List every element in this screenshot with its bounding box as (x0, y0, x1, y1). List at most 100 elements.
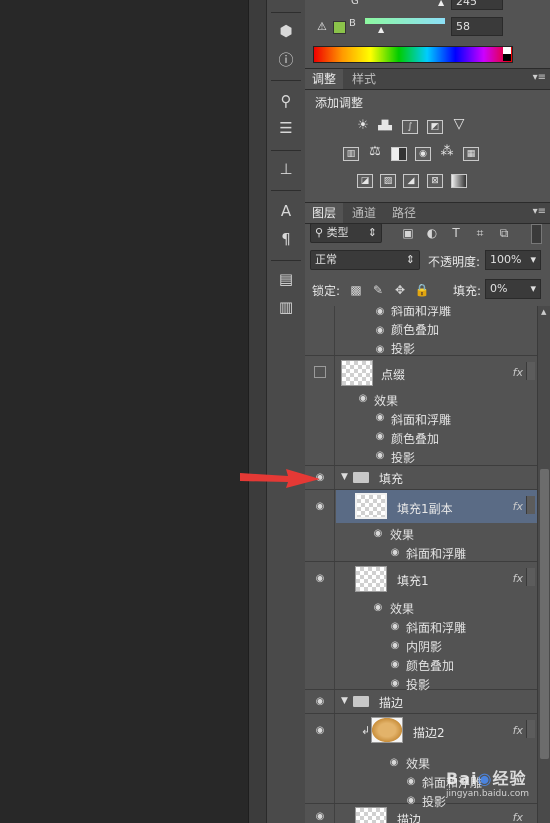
invert-icon[interactable]: ◪ (357, 174, 373, 188)
effect-bevel-emboss[interactable]: 斜面和浮雕 (406, 545, 466, 562)
scrollbar-thumb[interactable] (540, 469, 549, 759)
layer-name[interactable]: 填充1副本 (397, 500, 453, 517)
slider-handle-icon[interactable]: ▲ (378, 25, 384, 34)
levels-icon[interactable]: ▟▙ (377, 120, 393, 134)
info-icon[interactable]: ⓘ (275, 48, 297, 70)
group-row-stroke[interactable]: ◉ ▼ 描边 (305, 690, 537, 714)
blend-mode-select[interactable]: 正常 ⇕ (310, 250, 420, 270)
effect-drop-shadow[interactable]: 投影 (391, 449, 415, 466)
lock-image-brush-icon[interactable]: ✎ (369, 281, 387, 299)
curves-icon[interactable]: ∫ (402, 120, 418, 134)
effect-bevel-emboss[interactable]: 斜面和浮雕 (391, 306, 451, 319)
tab-layers[interactable]: 图层 (305, 203, 344, 223)
eye-icon[interactable]: ◉ (388, 679, 402, 689)
lock-all-icon[interactable]: 🔒 (413, 281, 431, 299)
hue-saturation-icon[interactable]: ▥ (343, 147, 359, 161)
expand-effects-toggle[interactable] (526, 568, 535, 586)
eye-icon[interactable]: ◉ (371, 529, 385, 539)
fill-field[interactable]: 0% ▾ (485, 279, 541, 299)
lock-position-move-icon[interactable]: ✥ (391, 281, 409, 299)
eye-icon[interactable]: ◉ (313, 502, 327, 512)
expand-effects-toggle[interactable] (526, 362, 535, 380)
tab-channels[interactable]: 通道 (345, 203, 383, 223)
effect-bevel-emboss[interactable]: 斜面和浮雕 (406, 619, 466, 636)
b-value-field[interactable]: 58 (451, 17, 503, 36)
photo-filter-icon[interactable]: ◉ (415, 147, 431, 161)
eye-icon[interactable]: ◉ (404, 777, 418, 787)
black-swatch[interactable] (503, 54, 511, 61)
tool-presets-icon[interactable]: ☰ (275, 117, 297, 139)
effect-color-overlay[interactable]: 颜色叠加 (406, 657, 454, 674)
selective-color-icon[interactable]: ⊠ (427, 174, 443, 188)
chevron-down-icon[interactable]: ▼ (341, 472, 348, 482)
expand-effects-toggle[interactable] (526, 496, 535, 514)
tab-styles[interactable]: 样式 (345, 69, 383, 89)
eye-icon[interactable]: ◉ (388, 641, 402, 651)
effect-color-overlay[interactable]: 颜色叠加 (391, 321, 439, 338)
effects-label[interactable]: 效果 (390, 600, 414, 617)
layer-row-fill1[interactable]: ◉ 填充1 fx ◉ 效果 ◉ 斜面和浮雕 ◉ 内阴影 ◉ 颜色叠加 ◉ 投影 (305, 562, 537, 692)
eye-icon[interactable]: ◉ (313, 726, 327, 736)
notes-icon[interactable]: ▥ (275, 296, 297, 318)
group-name[interactable]: 填充 (379, 470, 403, 487)
eye-icon[interactable]: ◉ (371, 603, 385, 613)
eye-icon[interactable]: ◉ (313, 812, 327, 822)
vibrance-icon[interactable]: ▽ (451, 117, 467, 132)
eye-icon[interactable]: ◉ (373, 432, 387, 442)
fx-icon[interactable]: fx (513, 366, 523, 379)
fx-icon[interactable]: fx (513, 500, 523, 513)
layer-name[interactable]: 填充1 (397, 572, 429, 589)
brushes-icon[interactable]: ⚲ (275, 90, 297, 112)
chevron-down-icon[interactable]: ▼ (341, 696, 348, 706)
layers-scrollbar[interactable]: ▲ (537, 306, 550, 823)
pixel-layer-filter-icon[interactable]: ▣ (399, 224, 417, 242)
gradient-map-icon[interactable] (451, 174, 467, 188)
eye-icon[interactable]: ◉ (373, 326, 387, 336)
eye-icon[interactable]: ◉ (388, 548, 402, 558)
black-white-icon[interactable] (391, 147, 407, 161)
smart-object-filter-icon[interactable]: ⧉ (495, 224, 513, 242)
eye-icon[interactable]: ◉ (373, 451, 387, 461)
g-value-field[interactable]: 245 (451, 0, 503, 10)
eye-icon[interactable]: ◉ (313, 697, 327, 707)
filter-toggle[interactable] (531, 224, 542, 244)
eye-icon[interactable]: ◉ (356, 394, 370, 404)
group-row-fill[interactable]: ◉ ▼ 填充 (305, 466, 537, 490)
filter-kind-select[interactable]: ⚲ 类型 ⇕ (310, 223, 382, 243)
layer-row-dianzhui[interactable]: 点缀 fx ◉ 效果 ◉ 斜面和浮雕 ◉ 颜色叠加 ◉ 投影 (305, 356, 537, 466)
eye-icon[interactable]: ◉ (313, 574, 327, 584)
layer-name[interactable]: 描边 (397, 811, 421, 823)
panel-menu-icon[interactable]: ▾≡ (533, 72, 546, 83)
shape-layer-filter-icon[interactable]: ⌗ (471, 224, 489, 242)
eye-icon[interactable]: ◉ (388, 622, 402, 632)
history-icon[interactable]: ▤ (275, 268, 297, 290)
scroll-up-icon[interactable]: ▲ (541, 308, 546, 316)
opacity-field[interactable]: 100% ▾ (485, 250, 541, 270)
3d-cube-icon[interactable]: ⬢ (275, 20, 297, 42)
color-lookup-icon[interactable]: ▦ (463, 147, 479, 161)
eye-icon[interactable]: ◉ (373, 413, 387, 423)
color-spectrum-bar[interactable] (313, 46, 513, 63)
fx-icon[interactable]: fx (513, 572, 523, 585)
tab-paths[interactable]: 路径 (385, 203, 423, 223)
gamut-swatch[interactable] (333, 21, 346, 34)
eye-icon[interactable]: ◉ (373, 345, 387, 355)
slider-handle-icon[interactable]: ▲ (438, 0, 444, 7)
visibility-toggle-off[interactable] (314, 366, 326, 378)
b-channel-slider[interactable] (365, 18, 445, 24)
brightness-contrast-icon[interactable]: ☀ (355, 119, 371, 134)
fx-icon[interactable]: fx (513, 724, 523, 737)
white-swatch[interactable] (503, 47, 511, 54)
exposure-icon[interactable]: ◩ (427, 120, 443, 134)
layer-row-fill-copy[interactable]: ◉ 填充1副本 fx ◉ 效果 ◉ 斜面和浮雕 (305, 490, 537, 562)
effect-bevel-emboss[interactable]: 斜面和浮雕 (391, 411, 451, 428)
adjustment-layer-filter-icon[interactable]: ◐ (423, 224, 441, 242)
effects-label[interactable]: 效果 (406, 755, 430, 772)
eye-icon[interactable]: ◉ (387, 758, 401, 768)
type-layer-filter-icon[interactable]: T (447, 224, 465, 242)
effects-label[interactable]: 效果 (374, 392, 398, 409)
effect-color-overlay[interactable]: 颜色叠加 (391, 430, 439, 447)
expand-effects-toggle[interactable] (526, 720, 535, 738)
character-icon[interactable]: A (275, 200, 297, 222)
tab-adjustments[interactable]: 调整 (305, 69, 344, 89)
